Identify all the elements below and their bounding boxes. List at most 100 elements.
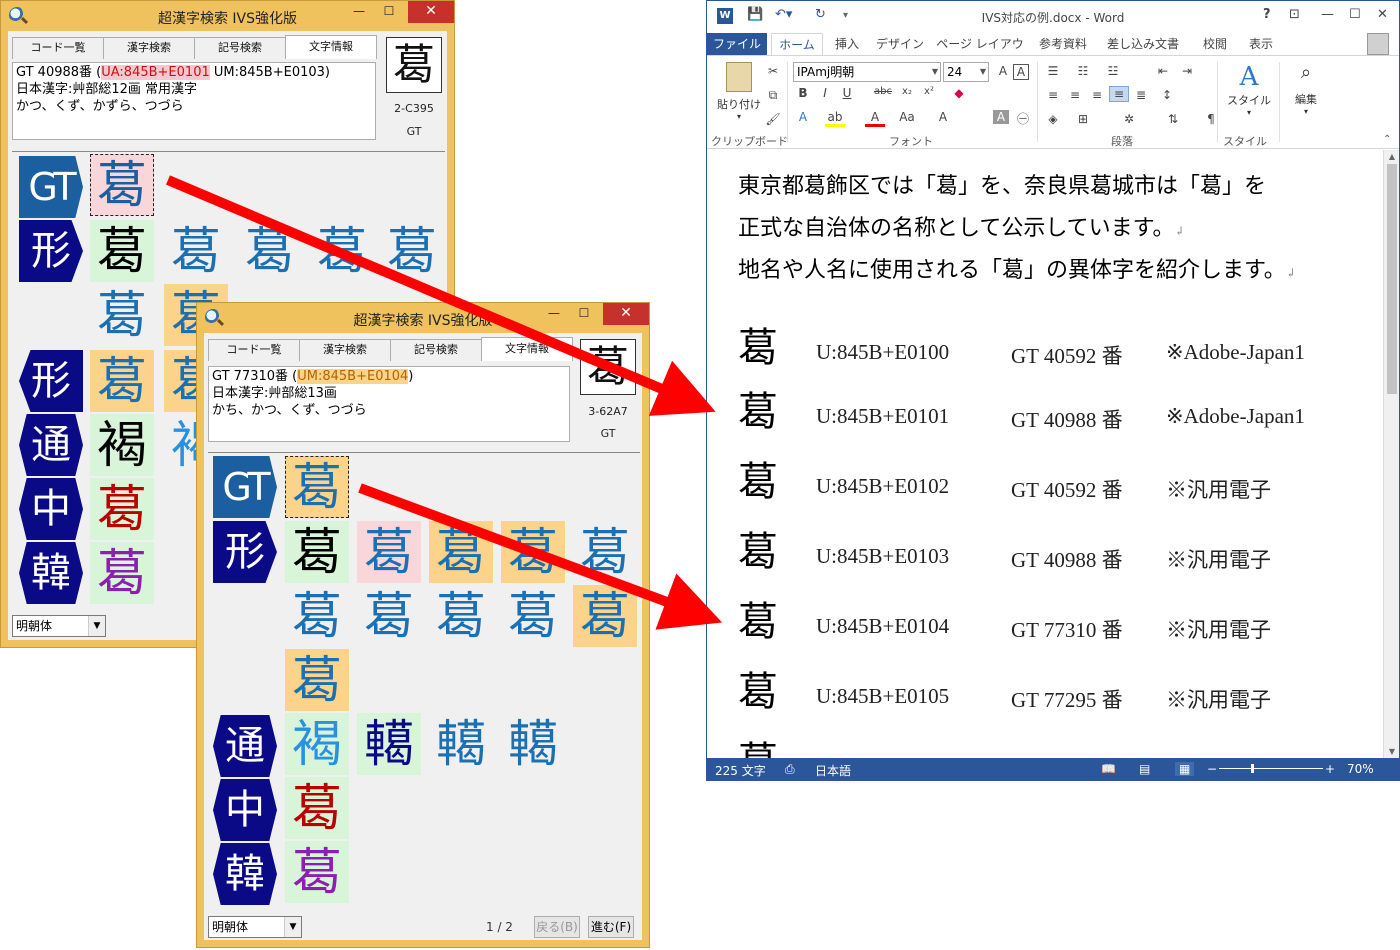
variant-glyph[interactable]: 葛	[501, 585, 565, 647]
borders-icon[interactable]: ⊞	[1073, 112, 1093, 126]
asian-layout-icon[interactable]: ✲	[1119, 112, 1139, 126]
tab-char-info[interactable]: 文字情報	[481, 337, 573, 361]
font-select[interactable]: 明朝体 ▼	[12, 615, 106, 637]
tab-mailings[interactable]: 差し込み文書	[1103, 33, 1183, 55]
underline-icon[interactable]: U	[837, 86, 857, 100]
increase-indent-icon[interactable]: ⇥	[1177, 64, 1197, 78]
eraser-icon[interactable]: ◆	[949, 86, 969, 100]
variant-glyph[interactable]: 葛	[90, 350, 154, 412]
user-avatar[interactable]	[1367, 33, 1389, 55]
variant-glyph[interactable]: 葛	[357, 521, 421, 583]
tab-symbol-search[interactable]: 記号検索	[194, 37, 286, 59]
close-button[interactable]: ✕	[603, 303, 649, 325]
variant-glyph[interactable]: 葛	[90, 154, 154, 216]
document-canvas[interactable]: 東京都葛飾区では「葛」を、奈良県葛城市は「葛」を 正式な自治体の名称として公示し…	[707, 150, 1383, 758]
vertical-scrollbar[interactable]: ▲ ▼	[1383, 150, 1399, 758]
paste-button[interactable]: 貼り付け ▾	[715, 62, 763, 121]
back-button[interactable]: 戻る(B)	[534, 916, 580, 938]
show-marks-icon[interactable]: ¶	[1201, 112, 1221, 126]
help-button[interactable]: ?	[1263, 7, 1271, 22]
bold-icon[interactable]: B	[793, 86, 813, 100]
zoom-thumb[interactable]	[1251, 764, 1254, 773]
variant-glyph[interactable]: 葛	[90, 542, 154, 604]
scroll-up-icon[interactable]: ▲	[1384, 152, 1400, 161]
highlight-icon[interactable]: ab	[825, 110, 845, 127]
font-name-box[interactable]: IPAmj明朝 ▼	[793, 62, 941, 82]
tab-file[interactable]: ファイル	[707, 33, 767, 55]
text-effects-icon[interactable]: A	[793, 110, 813, 124]
zoom-slider[interactable]	[1219, 768, 1323, 769]
variant-glyph[interactable]: 轕	[357, 713, 421, 775]
tab-home[interactable]: ホーム	[771, 33, 823, 55]
cut-icon[interactable]: ✂	[763, 64, 783, 78]
scroll-thumb[interactable]	[1387, 164, 1397, 394]
variant-glyph[interactable]: 葛	[90, 284, 154, 346]
superscript-icon[interactable]: x²	[919, 86, 939, 97]
line-spacing-icon[interactable]: ↕	[1157, 88, 1177, 102]
variant-glyph[interactable]: 葛	[310, 220, 374, 282]
variant-glyph[interactable]: 葛	[285, 585, 349, 647]
tab-code-list[interactable]: コード一覧	[208, 339, 300, 361]
tab-code-list[interactable]: コード一覧	[12, 37, 104, 59]
collapse-ribbon-icon[interactable]: ⌃	[1383, 134, 1391, 145]
variant-glyph[interactable]: 葛	[573, 585, 637, 647]
font-select[interactable]: 明朝体 ▼	[208, 916, 302, 938]
tab-page-layout[interactable]: ページ レイアウト	[935, 33, 1025, 73]
tab-kanji-search[interactable]: 漢字検索	[103, 37, 195, 59]
decrease-indent-icon[interactable]: ⇤	[1153, 64, 1173, 78]
variant-glyph[interactable]: 葛	[573, 521, 637, 583]
variant-glyph[interactable]: 褐	[90, 414, 154, 476]
tab-insert[interactable]: 挿入	[827, 33, 867, 55]
word-count[interactable]: 225 文字	[715, 762, 766, 779]
variant-glyph[interactable]: 轕	[429, 713, 493, 775]
title-bar[interactable]: 超漢字検索 IVS強化版 — ☐ ✕	[1, 1, 454, 31]
character-shading-icon[interactable]: A	[993, 110, 1009, 124]
tab-view[interactable]: 表示	[1241, 33, 1281, 55]
variant-glyph[interactable]: 葛	[285, 841, 349, 903]
tab-symbol-search[interactable]: 記号検索	[390, 339, 482, 361]
variant-glyph[interactable]: 葛	[238, 220, 302, 282]
zoom-out-icon[interactable]: −	[1207, 762, 1217, 776]
format-painter-icon[interactable]: 🖌	[763, 112, 783, 126]
multilevel-list-icon[interactable]: ☳	[1103, 64, 1123, 78]
maximize-button[interactable]: ☐	[1349, 7, 1361, 22]
variant-glyph[interactable]: 葛	[285, 777, 349, 839]
variant-glyph[interactable]: 葛	[285, 456, 349, 518]
tab-char-info[interactable]: 文字情報	[285, 35, 377, 59]
font-size-box[interactable]: 24 ▼	[943, 62, 989, 82]
char-info-box[interactable]: GT 40988番 (UA:845B+E0101 UM:845B+E0103) …	[12, 62, 376, 140]
web-layout-icon[interactable]: ▦	[1175, 762, 1195, 776]
font-color-icon[interactable]: A	[865, 110, 885, 127]
scroll-down-icon[interactable]: ▼	[1384, 747, 1400, 756]
variant-glyph[interactable]: 葛	[429, 521, 493, 583]
grow-font-icon[interactable]: A	[993, 64, 1013, 78]
close-button[interactable]: ✕	[408, 1, 454, 23]
ribbon-display-icon[interactable]: ⊡	[1289, 7, 1300, 22]
variant-glyph[interactable]: 葛	[429, 585, 493, 647]
variant-glyph[interactable]: 葛	[90, 478, 154, 540]
maximize-button[interactable]: ☐	[374, 1, 404, 23]
next-button[interactable]: 進む(F)	[588, 916, 634, 938]
align-left-icon[interactable]: ≡	[1043, 88, 1063, 102]
editing-button[interactable]: ⌕ 編集 ▾	[1283, 62, 1329, 116]
clear-format-icon[interactable]: A	[1013, 64, 1029, 80]
variant-glyph[interactable]: 葛	[285, 649, 349, 711]
variant-glyph[interactable]: 轕	[501, 713, 565, 775]
subscript-icon[interactable]: x₂	[897, 86, 917, 97]
align-center-icon[interactable]: ≡	[1065, 88, 1085, 102]
distribute-icon[interactable]: ≣	[1131, 88, 1151, 102]
title-bar[interactable]: 超漢字検索 IVS強化版 — ☐ ✕	[197, 303, 649, 333]
align-right-icon[interactable]: ≡	[1087, 88, 1107, 102]
shading-icon[interactable]: ◈	[1043, 112, 1063, 126]
variant-glyph[interactable]: 葛	[380, 220, 444, 282]
change-case-icon[interactable]: Aa	[897, 110, 917, 124]
bullets-icon[interactable]: ☰	[1043, 64, 1063, 78]
tab-kanji-search[interactable]: 漢字検索	[299, 339, 391, 361]
maximize-button[interactable]: ☐	[569, 303, 599, 325]
variant-glyph[interactable]: 葛	[285, 521, 349, 583]
italic-icon[interactable]: I	[815, 86, 835, 100]
copy-icon[interactable]: ⧉	[763, 88, 783, 103]
proofing-icon[interactable]: ⎙	[785, 762, 795, 777]
shrink-font-icon[interactable]: A	[933, 110, 953, 124]
print-layout-icon[interactable]: ▤	[1139, 762, 1150, 776]
